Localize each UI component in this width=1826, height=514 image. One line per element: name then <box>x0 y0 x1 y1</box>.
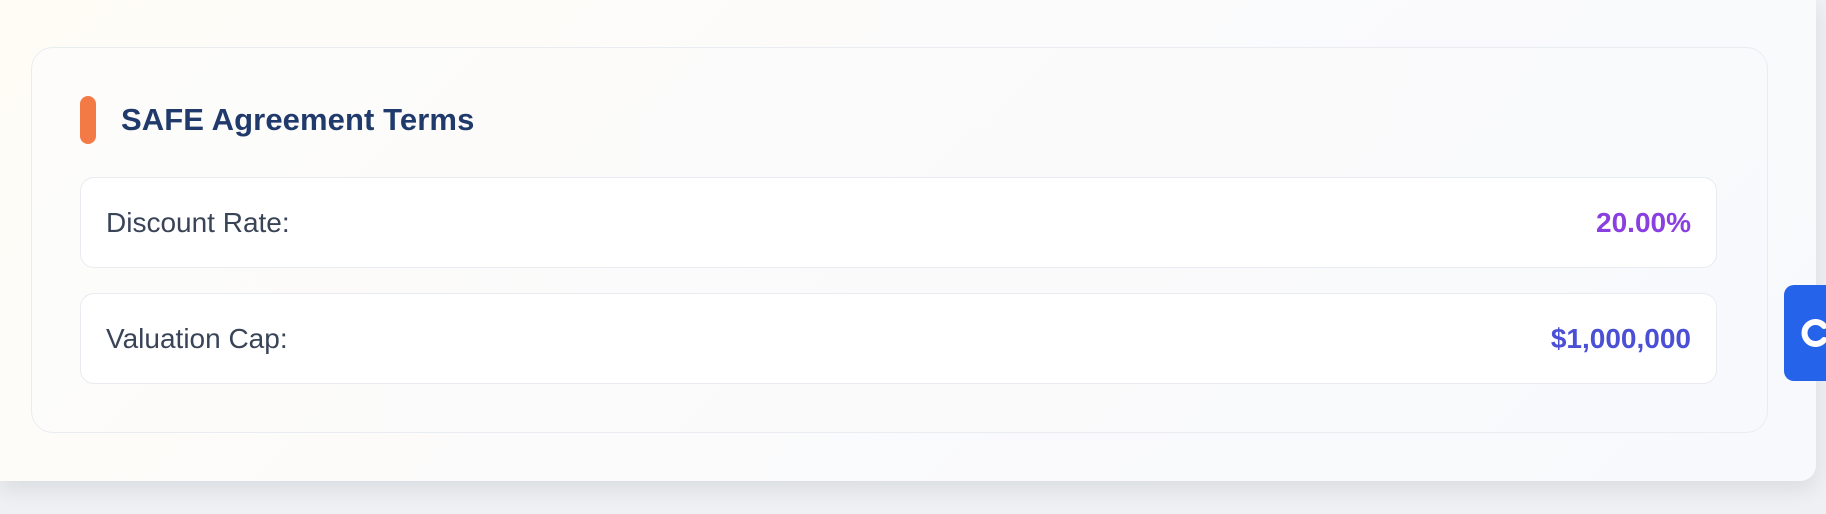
section-accent-bar <box>80 96 96 144</box>
valuation-cap-value: $1,000,000 <box>1550 322 1691 354</box>
section-title: SAFE Agreement Terms <box>121 102 475 137</box>
refresh-icon <box>1798 316 1826 350</box>
valuation-cap-row: Valuation Cap: $1,000,000 <box>80 293 1717 384</box>
discount-rate-label: Discount Rate: <box>106 206 290 238</box>
discount-rate-value: 20.00% <box>1596 206 1691 238</box>
valuation-cap-label: Valuation Cap: <box>106 322 288 354</box>
calculator-panel: SAFE Agreement Terms Discount Rate: 20.0… <box>0 0 1816 481</box>
discount-rate-row: Discount Rate: 20.00% <box>80 177 1717 268</box>
section-header: SAFE Agreement Terms <box>80 96 474 144</box>
side-action-button[interactable] <box>1784 285 1826 381</box>
safe-terms-card: SAFE Agreement Terms Discount Rate: 20.0… <box>31 47 1768 433</box>
